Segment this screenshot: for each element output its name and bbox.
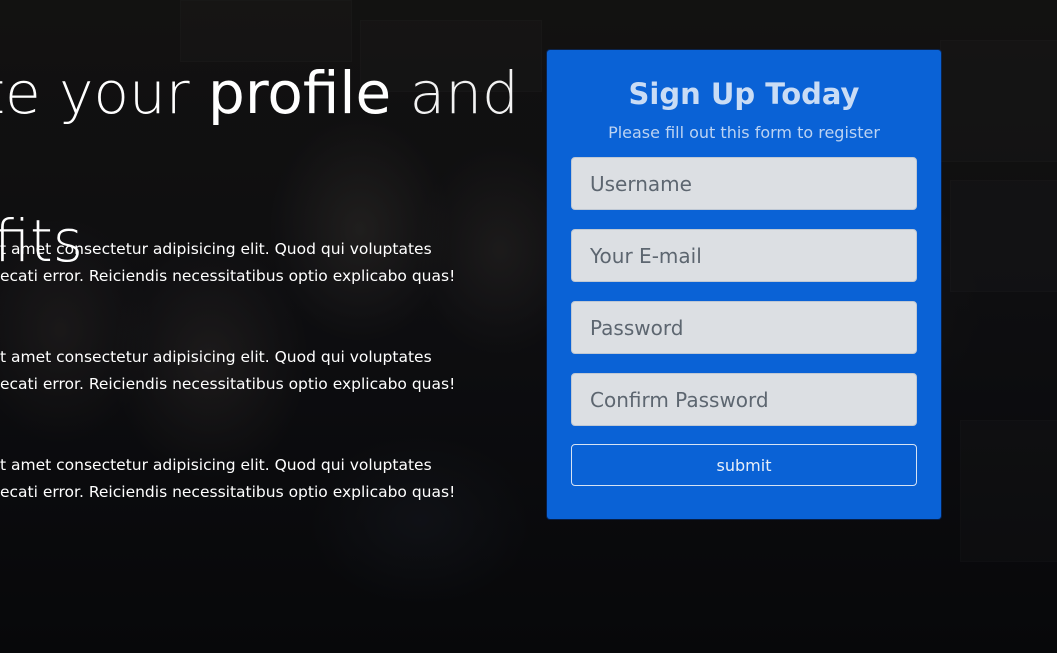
feature-text-line: t amet consectetur adipisicing elit. Quo… bbox=[0, 456, 432, 474]
feature-text-line: ecati error. Reiciendis necessitatibus o… bbox=[0, 267, 456, 285]
signup-form: Sign Up Today Please fill out this form … bbox=[547, 50, 941, 519]
submit-button[interactable]: submit bbox=[571, 444, 917, 486]
feature-text-line: t amet consectetur adipisicing elit. Quo… bbox=[0, 240, 432, 258]
confirm-password-field[interactable] bbox=[571, 373, 917, 426]
feature-list: t amet consectetur adipisicing elit. Quo… bbox=[0, 236, 540, 560]
feature-text-line: ecati error. Reiciendis necessitatibus o… bbox=[0, 483, 456, 501]
feature-item: t amet consectetur adipisicing elit. Quo… bbox=[0, 344, 462, 398]
feature-item: t amet consectetur adipisicing elit. Quo… bbox=[0, 452, 462, 506]
password-field[interactable] bbox=[571, 301, 917, 354]
feature-text-line: ecati error. Reiciendis necessitatibus o… bbox=[0, 375, 456, 393]
signup-title: Sign Up Today bbox=[628, 77, 860, 111]
email-field[interactable] bbox=[571, 229, 917, 282]
username-field[interactable] bbox=[571, 157, 917, 210]
signup-subtitle: Please fill out this form to register bbox=[608, 123, 880, 142]
feature-item: t amet consectetur adipisicing elit. Quo… bbox=[0, 236, 462, 290]
hero-heading-strong: profile bbox=[208, 59, 392, 127]
feature-text-line: t amet consectetur adipisicing elit. Quo… bbox=[0, 348, 432, 366]
